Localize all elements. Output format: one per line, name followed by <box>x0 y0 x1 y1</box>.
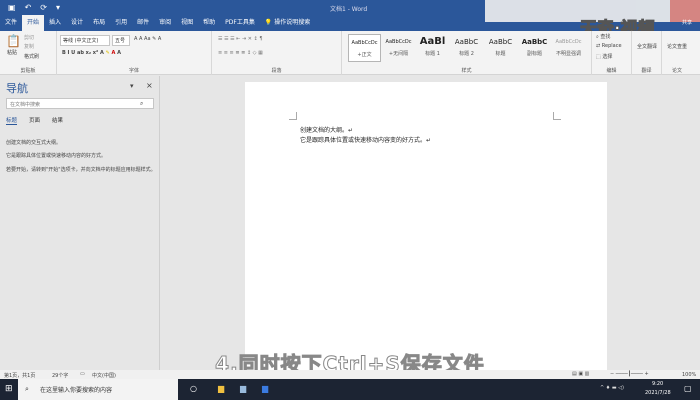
file-explorer-icon[interactable]: ▆ <box>218 384 224 393</box>
clock-time[interactable]: 9:20 <box>652 381 663 387</box>
nav-tab-headings[interactable]: 标题 <box>6 116 18 125</box>
taskbar: ⊞ 在这里输入你要搜索的内容 ⌕ ○ ▆ ▆ ▆ ^ ♦ ▬ ◁) 9:20 2… <box>0 379 700 400</box>
style-subtle-emphasis[interactable]: AaBbCcDc 不明显强调 <box>552 34 585 62</box>
document-line: 它是跟踪具体位置或快速移动内容变的好方式。↵ <box>300 137 432 144</box>
search-icon[interactable]: ⌕ <box>140 100 143 108</box>
tab-help[interactable]: 帮助 <box>198 15 220 31</box>
format-painter-button[interactable]: 格式刷 <box>24 53 39 60</box>
tab-view[interactable]: 视图 <box>176 15 198 31</box>
format-buttons[interactable]: B I U ab x₂ x² A ✎ A A <box>62 50 121 56</box>
ribbon: 📋 粘贴 剪切 复制 格式刷 剪贴板 等线 (中文正文) 五号 A A Aa ✎… <box>0 31 700 75</box>
font-name-select[interactable]: 等线 (中文正文) <box>60 35 110 46</box>
save-icon[interactable]: ▣ <box>8 3 16 12</box>
windows-start-icon[interactable]: ⊞ <box>5 384 13 394</box>
style-normal[interactable]: AaBbCcDc +正文 <box>348 34 381 62</box>
clock-date[interactable]: 2021/7/28 <box>645 390 671 396</box>
nav-help-text: 若要开始，请转到"开始"选项卡，并向文档中的标题应用标题样式。 <box>6 167 156 173</box>
tab-insert[interactable]: 插入 <box>44 15 66 31</box>
clipboard-label: 剪贴板 <box>20 68 36 74</box>
quick-access-toolbar: ▣ ↶ ⟳ ▾ <box>8 3 60 12</box>
nav-search-input[interactable]: 在文档中搜索 <box>6 98 154 109</box>
status-bar: 第1页，共1页 29个字 ▭ 中文(中国) ▤ ▣ ▥ − ────┃──── … <box>0 370 700 379</box>
list-buttons[interactable]: ☰ ☰ ☰ ⇤ ⇥ ✕ ↕ ¶ <box>218 36 263 42</box>
alignment-buttons[interactable]: ≡ ≡ ≡ ≣ ≣ ↕ ◇ ▦ <box>218 50 263 56</box>
nav-help-text: 创建文档的交互式大纲。 <box>6 140 62 146</box>
nav-title: 导航 <box>6 82 28 95</box>
ribbon-tabs: 文件 开始 插入 设计 布局 引用 邮件 审阅 视图 帮助 PDF工具集 💡 操… <box>0 15 315 31</box>
tab-review[interactable]: 审阅 <box>154 15 176 31</box>
lightbulb-icon: 💡 <box>264 19 273 26</box>
font-size-select[interactable]: 五号 <box>112 35 130 46</box>
notification-icon[interactable]: ▢ <box>684 384 692 393</box>
copy-button[interactable]: 复制 <box>24 43 34 50</box>
page-count[interactable]: 第1页，共1页 <box>4 372 35 379</box>
document-line: 创建文档的大纲。↵ <box>300 127 354 134</box>
word-taskbar-icon[interactable]: ▆ <box>262 384 268 393</box>
style-heading1[interactable]: AaBl 标题 1 <box>416 34 449 62</box>
nav-tab-results[interactable]: 结果 <box>52 116 63 125</box>
paper-check-button[interactable]: 论文查重 <box>667 43 687 50</box>
redo-icon[interactable]: ⟳ <box>40 3 47 12</box>
undo-icon[interactable]: ↶ <box>25 3 32 12</box>
navigation-pane: 导航 ▾ × 在文档中搜索 ⌕ 标题 页面 结果 创建文档的交互式大纲。 它是跟… <box>0 76 160 370</box>
style-heading2[interactable]: AaBbC 标题 2 <box>450 34 483 62</box>
close-icon[interactable]: × <box>146 81 153 90</box>
font-group: 等线 (中文正文) 五号 A A Aa ✎ A B I U ab x₂ x² A… <box>57 31 212 75</box>
language[interactable]: 中文(中国) <box>92 372 116 379</box>
nav-options-icon[interactable]: ▾ <box>130 82 134 90</box>
tab-design[interactable]: 设计 <box>66 15 88 31</box>
select-button[interactable]: ⬚ 选择 <box>596 53 612 60</box>
replace-button[interactable]: ⇄ Replace <box>596 43 622 49</box>
nav-tab-pages[interactable]: 页面 <box>29 116 40 125</box>
tab-layout[interactable]: 布局 <box>88 15 110 31</box>
translate-label: 翻译 <box>641 68 652 74</box>
tab-pdf-tools[interactable]: PDF工具集 <box>220 15 260 31</box>
style-title[interactable]: AaBbC 标题 <box>484 34 517 62</box>
taskbar-search[interactable]: 在这里输入你要搜索的内容 <box>18 379 178 400</box>
app-icon[interactable]: ▆ <box>240 384 246 393</box>
tab-references[interactable]: 引用 <box>110 15 132 31</box>
styles-label: 样式 <box>461 68 472 74</box>
style-no-spacing[interactable]: AaBbCcDc +无间隔 <box>382 34 415 62</box>
style-subtitle[interactable]: AaBbC 副标题 <box>518 34 551 62</box>
tab-home[interactable]: 开始 <box>22 15 45 31</box>
search-icon: ⌕ <box>25 385 29 393</box>
document-page[interactable]: 创建文档的大纲。↵ 它是跟踪具体位置或快速移动内容变的好方式。↵ <box>245 82 607 372</box>
cut-button[interactable]: 剪切 <box>24 34 34 41</box>
clipboard-group: 📋 粘贴 剪切 复制 格式刷 剪贴板 <box>0 31 57 75</box>
tell-me-search[interactable]: 💡 操作说明搜索 <box>260 15 315 31</box>
editing-label: 编辑 <box>606 68 617 74</box>
full-translate-button[interactable]: 全文翻译 <box>637 43 657 50</box>
tab-mailings[interactable]: 邮件 <box>132 15 154 31</box>
zoom-slider[interactable]: − ────┃──── + <box>610 371 649 377</box>
margin-mark <box>553 112 561 120</box>
styles-group: AaBbCcDc +正文 AaBbCcDc +无间隔 AaBl 标题 1 AaBbC 标… <box>342 31 592 75</box>
translate-group: 全文翻译 翻译 <box>632 31 662 75</box>
paper-group: 论文查重 论文 <box>662 31 692 75</box>
paragraph-label: 段落 <box>271 68 282 74</box>
font-label: 字体 <box>128 68 139 74</box>
tab-file[interactable]: 文件 <box>0 15 22 31</box>
task-view-icon[interactable]: ○ <box>190 384 197 393</box>
font-size-buttons[interactable]: A A Aa ✎ A <box>134 36 161 42</box>
paste-button[interactable]: 粘贴 <box>7 49 17 56</box>
margin-mark <box>289 112 297 120</box>
share-button[interactable]: 共享 <box>682 19 692 26</box>
customize-qat-icon[interactable]: ▾ <box>56 3 60 12</box>
zoom-level[interactable]: 100% <box>682 372 696 378</box>
window-title: 文档1 - Word <box>330 6 368 13</box>
paragraph-group: ☰ ☰ ☰ ⇤ ⇥ ✕ ↕ ¶ ≡ ≡ ≡ ≣ ≣ ↕ ◇ ▦ 段落 <box>212 31 342 75</box>
paper-label: 论文 <box>671 68 682 74</box>
proofing-icon[interactable]: ▭ <box>80 371 85 377</box>
nav-help-text: 它是跟踪具体位置或快速移动内容的好方式。 <box>6 153 107 159</box>
find-button[interactable]: ⌕ 查找 <box>596 33 610 40</box>
paste-icon: 📋 <box>6 34 21 48</box>
system-tray-icons[interactable]: ^ ♦ ▬ ◁) <box>600 385 624 391</box>
document-body[interactable]: 创建文档的大纲。↵ 它是跟踪具体位置或快速移动内容变的好方式。↵ <box>300 126 431 146</box>
editing-group: ⌕ 查找 ⇄ Replace ⬚ 选择 编辑 <box>592 31 632 75</box>
view-buttons[interactable]: ▤ ▣ ▥ <box>572 371 589 377</box>
word-count[interactable]: 29个字 <box>52 372 68 379</box>
